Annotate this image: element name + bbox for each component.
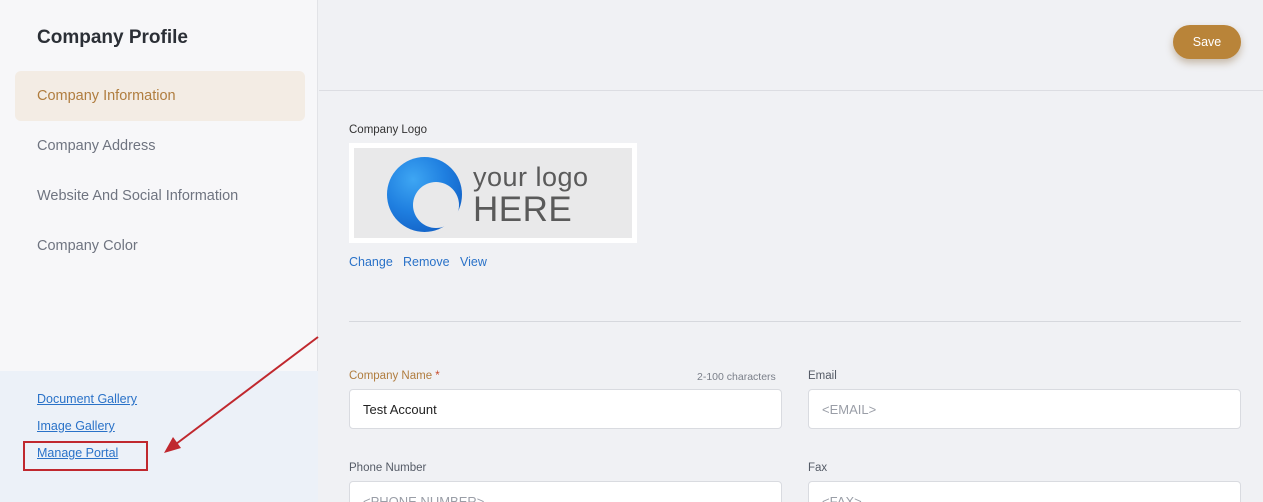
annotation-highlight-box <box>23 441 148 471</box>
company-name-input[interactable] <box>349 389 782 429</box>
change-logo-link[interactable]: Change <box>349 255 393 269</box>
remove-logo-link[interactable]: Remove <box>403 255 450 269</box>
logo-circle-hole <box>413 182 459 228</box>
logo-text-line2: HERE <box>473 190 573 229</box>
sidebar-title: Company Profile <box>37 27 188 48</box>
fax-label: Fax <box>808 462 828 474</box>
logo-text-line1: your logo <box>473 162 589 192</box>
sidebar: Company Profile Company Information Comp… <box>0 0 318 502</box>
sidebar-item-company-information[interactable]: Company Information <box>15 71 305 121</box>
phone-number-input[interactable] <box>349 481 782 502</box>
company-name-hint: 2-100 characters <box>697 371 776 383</box>
fax-input[interactable] <box>808 481 1241 502</box>
company-name-label-text: Company Name <box>349 370 433 382</box>
company-logo-label: Company Logo <box>349 124 427 136</box>
sidebar-nav: Company Information Company Address Webs… <box>15 71 305 271</box>
company-name-label: Company Name * <box>349 370 440 382</box>
sidebar-links-panel <box>0 371 318 502</box>
email-input[interactable] <box>808 389 1241 429</box>
sidebar-item-website-social[interactable]: Website And Social Information <box>15 171 305 221</box>
email-label: Email <box>808 370 837 382</box>
sidebar-item-company-address[interactable]: Company Address <box>15 121 305 171</box>
top-bar <box>319 0 1263 91</box>
document-gallery-link[interactable]: Document Gallery <box>37 392 137 406</box>
sidebar-item-company-color[interactable]: Company Color <box>15 221 305 271</box>
phone-number-label: Phone Number <box>349 462 427 474</box>
save-button[interactable]: Save <box>1173 25 1241 59</box>
required-marker: * <box>435 370 440 382</box>
logo-placeholder: your logo HERE <box>354 148 632 238</box>
section-divider <box>349 321 1241 322</box>
company-logo-image: your logo HERE <box>349 143 637 243</box>
image-gallery-link[interactable]: Image Gallery <box>37 419 115 433</box>
view-logo-link[interactable]: View <box>460 255 487 269</box>
